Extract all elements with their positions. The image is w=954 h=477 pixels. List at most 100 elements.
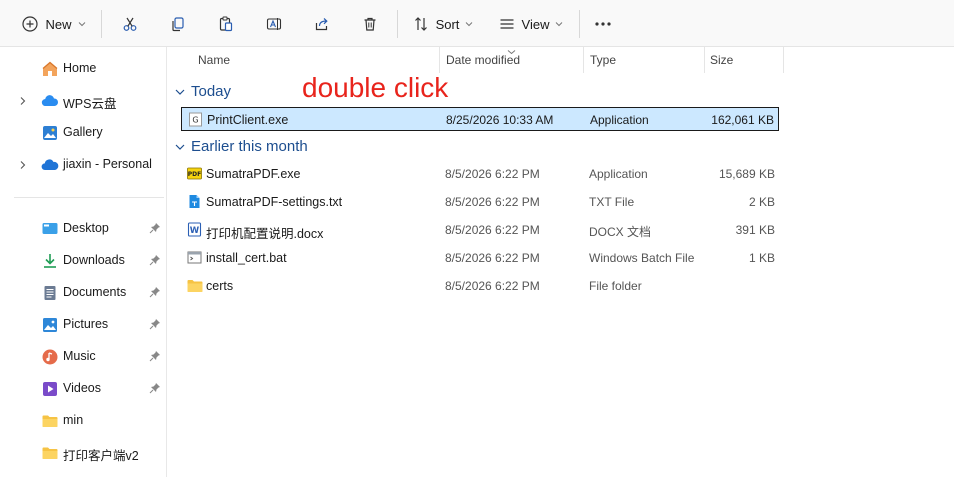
scissors-icon xyxy=(122,16,138,32)
clipboard-icon xyxy=(218,16,234,32)
pin-icon[interactable] xyxy=(149,286,161,301)
double-click-annotation: double click xyxy=(302,72,449,103)
sidebar-item-label: Desktop xyxy=(63,221,109,235)
sidebar-item-pictures[interactable]: Pictures xyxy=(0,312,166,338)
column-header-name[interactable]: Name xyxy=(175,47,439,73)
chevron-down-icon xyxy=(465,21,473,27)
download-icon xyxy=(41,252,59,270)
videos-icon xyxy=(41,380,59,398)
pictures-icon xyxy=(41,316,59,334)
sidebar-item-label: 打印客户端v2 xyxy=(63,449,139,463)
file-date: 8/5/2026 6:22 PM xyxy=(445,223,540,237)
sidebar-item-label: jiaxin - Personal xyxy=(63,157,152,171)
file-type: TXT File xyxy=(589,195,635,209)
sidebar-item-wps-cloud[interactable]: WPS云盘 xyxy=(0,88,166,114)
desktop-icon xyxy=(41,220,59,238)
new-button-label: New xyxy=(45,16,72,32)
sidebar-item-print-client-v2[interactable]: 打印客户端v2 xyxy=(0,440,166,466)
view-list-icon xyxy=(499,16,515,32)
sidebar-item-gallery[interactable]: Gallery xyxy=(0,120,166,146)
toolbar-divider xyxy=(397,10,398,38)
new-button[interactable]: New xyxy=(18,8,90,40)
plus-circle-icon xyxy=(22,16,39,32)
file-name: PrintClient.exe xyxy=(207,113,289,127)
file-row-install-cert-bat[interactable]: install_cert.bat 8/5/2026 6:22 PM Window… xyxy=(181,246,779,270)
sidebar-item-label: Gallery xyxy=(63,125,103,139)
chevron-down-icon xyxy=(175,83,185,100)
sidebar-item-label: Home xyxy=(63,61,97,75)
delete-button[interactable] xyxy=(354,8,386,40)
copy-button[interactable] xyxy=(162,8,194,40)
file-row-sumatrapdf-exe[interactable]: PDF SumatraPDF.exe 8/5/2026 6:22 PM Appl… xyxy=(181,162,779,186)
file-type: Windows Batch File xyxy=(589,251,695,265)
pin-icon[interactable] xyxy=(149,318,161,333)
file-size: 391 KB xyxy=(735,223,775,237)
sidebar-item-videos[interactable]: Videos xyxy=(0,376,166,402)
file-name: SumatraPDF-settings.txt xyxy=(206,195,343,209)
chevron-down-icon xyxy=(555,21,563,27)
sidebar-item-label: WPS云盘 xyxy=(63,97,117,111)
column-header-type[interactable]: Type xyxy=(584,47,704,73)
sidebar-item-music[interactable]: Music xyxy=(0,344,166,370)
svg-text:PDF: PDF xyxy=(188,171,201,178)
column-header-size[interactable]: Size xyxy=(705,47,783,73)
txt-file-icon xyxy=(187,194,202,209)
group-header-earlier-this-month[interactable]: Earlier this month xyxy=(175,135,308,157)
navigation-pane: Home WPS云盘 Gallery jiaxin - Personal Des… xyxy=(0,47,167,477)
pin-icon[interactable] xyxy=(149,222,161,237)
sort-indicator-icon xyxy=(507,44,516,58)
share-icon xyxy=(314,16,330,32)
pin-icon[interactable] xyxy=(149,382,161,397)
group-header-label: Earlier this month xyxy=(191,137,308,155)
sort-button[interactable]: Sort xyxy=(408,8,478,40)
sidebar-item-label: Videos xyxy=(63,381,101,395)
column-divider[interactable] xyxy=(783,47,784,73)
music-icon xyxy=(41,348,59,366)
paste-button[interactable] xyxy=(210,8,242,40)
rename-button[interactable] xyxy=(258,8,290,40)
chevron-down-icon xyxy=(175,138,185,155)
toolbar-divider xyxy=(101,10,102,38)
chevron-right-icon[interactable] xyxy=(19,159,27,173)
share-button[interactable] xyxy=(306,8,338,40)
chevron-right-icon[interactable] xyxy=(19,95,27,109)
pdf-app-icon: PDF xyxy=(187,166,202,181)
sidebar-item-onedrive[interactable]: jiaxin - Personal xyxy=(0,152,166,178)
trash-icon xyxy=(362,16,378,32)
file-name: 打印机配置说明.docx xyxy=(206,227,324,241)
word-doc-icon: W xyxy=(187,222,202,237)
file-size: 162,061 KB xyxy=(711,113,774,127)
file-row-printclient[interactable]: G PrintClient.exe 8/25/2026 10:33 AM App… xyxy=(181,107,779,131)
file-size: 2 KB xyxy=(748,195,775,209)
sidebar-item-label: Music xyxy=(63,349,96,363)
more-options-button[interactable] xyxy=(587,8,619,40)
group-header-today[interactable]: Today xyxy=(175,80,231,102)
file-name: certs xyxy=(206,279,234,293)
column-header-date[interactable]: Date modified xyxy=(440,47,583,73)
folder-icon xyxy=(41,444,59,462)
sidebar-item-downloads[interactable]: Downloads xyxy=(0,248,166,274)
folder-icon xyxy=(187,278,203,293)
view-button[interactable]: View xyxy=(494,8,568,40)
folder-icon xyxy=(41,412,59,430)
file-row-certs-folder[interactable]: certs 8/5/2026 6:22 PM File folder xyxy=(181,274,779,298)
sidebar-item-label: min xyxy=(63,413,84,427)
exe-icon: G xyxy=(188,112,203,127)
file-size: 1 KB xyxy=(748,251,775,265)
toolbar-divider xyxy=(579,10,580,38)
sort-button-label: Sort xyxy=(435,16,460,32)
view-button-label: View xyxy=(521,16,550,32)
sidebar-item-label: Documents xyxy=(63,285,127,299)
pin-icon[interactable] xyxy=(149,254,161,269)
sidebar-item-desktop[interactable]: Desktop xyxy=(0,216,166,242)
sidebar-item-documents[interactable]: Documents xyxy=(0,280,166,306)
pin-icon[interactable] xyxy=(149,350,161,365)
sidebar-item-label: Downloads xyxy=(63,253,125,267)
file-type: File folder xyxy=(589,279,642,293)
sidebar-item-home[interactable]: Home xyxy=(0,56,166,82)
file-row-sumatrapdf-settings[interactable]: SumatraPDF-settings.txt 8/5/2026 6:22 PM… xyxy=(181,190,779,214)
cut-button[interactable] xyxy=(114,8,146,40)
sidebar-item-min[interactable]: min xyxy=(0,408,166,434)
file-row-printer-config-docx[interactable]: W 打印机配置说明.docx 8/5/2026 6:22 PM DOCX 文档 … xyxy=(181,218,779,242)
file-type: DOCX 文档 xyxy=(589,225,652,239)
